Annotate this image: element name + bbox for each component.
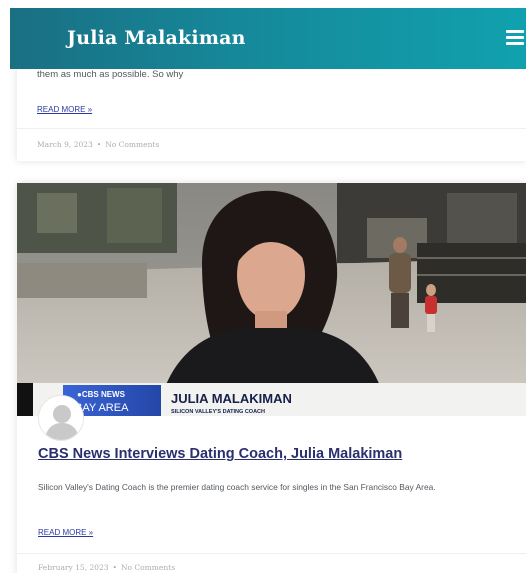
post-date: February 15, 2023 — [38, 563, 109, 572]
post-comments[interactable]: No Comments — [105, 140, 159, 149]
read-more-link[interactable]: READ MORE » — [38, 528, 93, 537]
post-meta: March 9, 2023 • No Comments — [37, 140, 159, 149]
post-card: them as much as possible. So why READ MO… — [17, 55, 526, 161]
post-title-link[interactable]: CBS News Interviews Dating Coach, Julia … — [38, 446, 402, 462]
read-more-link[interactable]: READ MORE » — [37, 105, 92, 114]
post-date: March 9, 2023 — [37, 140, 93, 149]
divider — [17, 128, 526, 129]
meta-separator: • — [96, 140, 102, 149]
post-meta: February 15, 2023 • No Comments — [38, 563, 175, 572]
site-header: Julia Malakiman — [10, 8, 526, 69]
divider — [17, 553, 526, 554]
post-card: ●CBS NEWS BAY AREA JULIA MALAKIMAN SILIC… — [17, 183, 526, 573]
post-thumbnail[interactable]: ●CBS NEWS BAY AREA JULIA MALAKIMAN SILIC… — [17, 183, 526, 416]
post-excerpt: Silicon Valley's Dating Coach is the pre… — [38, 482, 436, 492]
author-avatar[interactable] — [38, 395, 84, 441]
chyron-subtitle: SILICON VALLEY'S DATING COACH — [171, 409, 265, 415]
post-comments[interactable]: No Comments — [121, 563, 175, 572]
hamburger-icon[interactable] — [506, 30, 524, 46]
site-title[interactable]: Julia Malakiman — [67, 27, 246, 49]
chyron-name: JULIA MALAKIMAN — [171, 391, 292, 406]
chyron-logo: ●CBS NEWS — [77, 390, 126, 399]
meta-separator: • — [112, 563, 117, 572]
post-excerpt: them as much as possible. So why — [37, 69, 184, 80]
